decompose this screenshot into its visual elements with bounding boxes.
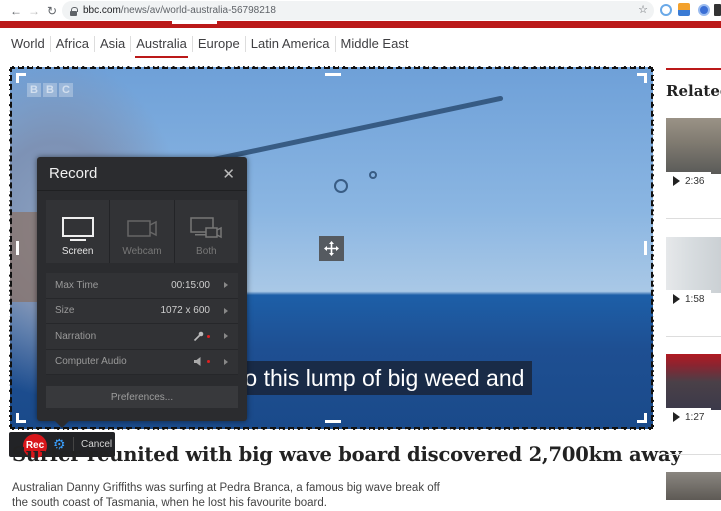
nav-europe[interactable]: Europe bbox=[193, 36, 246, 52]
setting-value: 1072 x 600 bbox=[160, 305, 211, 317]
extension-icon[interactable] bbox=[714, 4, 721, 16]
nav-latin-america[interactable]: Latin America bbox=[246, 36, 336, 52]
setting-size[interactable]: Size 1072 x 600 bbox=[46, 298, 238, 324]
record-panel-header: Record ✕ bbox=[37, 157, 247, 191]
related-divider bbox=[666, 68, 721, 70]
setting-label: Size bbox=[55, 305, 75, 317]
close-icon[interactable]: ✕ bbox=[222, 165, 235, 183]
bookmark-star-icon[interactable]: ☆ bbox=[638, 3, 648, 16]
related-divider bbox=[666, 218, 721, 219]
narration-status bbox=[193, 331, 210, 342]
chevron-right-icon bbox=[224, 333, 228, 340]
duration-text: 1:58 bbox=[685, 293, 705, 305]
related-heading: Related bbox=[666, 82, 721, 100]
forward-button[interactable]: → bbox=[24, 0, 44, 21]
related-duration[interactable]: 1:27 bbox=[666, 408, 711, 426]
duration-text: 2:36 bbox=[685, 175, 705, 187]
nav-middle-east[interactable]: Middle East bbox=[336, 36, 414, 52]
related-duration[interactable]: 2:36 bbox=[666, 172, 711, 190]
mode-both-label: Both bbox=[196, 246, 217, 257]
setting-max-time[interactable]: Max Time 00:15:00 bbox=[46, 273, 238, 299]
article-headline: Surfer reunited with big wave board disc… bbox=[12, 443, 682, 466]
move-arrows-icon bbox=[324, 241, 339, 256]
record-panel-title: Record bbox=[49, 165, 98, 182]
url-text: bbc.com/news/av/world-australia-56798218 bbox=[83, 5, 276, 16]
related-thumbnail[interactable] bbox=[666, 237, 721, 293]
monitor-icon bbox=[61, 217, 94, 241]
browser-toolbar: ← → ↻ bbc.com/news/av/world-australia-56… bbox=[0, 0, 721, 21]
setting-narration[interactable]: Narration bbox=[46, 324, 238, 350]
nav-world[interactable]: World bbox=[6, 36, 51, 52]
arrow-left-icon: ← bbox=[10, 3, 22, 18]
speaker-icon bbox=[194, 357, 201, 367]
microphone-icon bbox=[193, 331, 204, 341]
rss-feed-icon[interactable] bbox=[678, 3, 690, 16]
screen-and-webcam-icon bbox=[190, 217, 223, 239]
watermark-letter: B bbox=[43, 83, 57, 97]
header-notch bbox=[172, 21, 217, 24]
nav-africa[interactable]: Africa bbox=[51, 36, 95, 52]
bbc-header-bar bbox=[0, 21, 721, 28]
back-button[interactable]: ← bbox=[6, 0, 26, 21]
setting-computer-audio[interactable]: Computer Audio bbox=[46, 349, 238, 375]
webcam-icon bbox=[127, 220, 157, 237]
section-nav: World Africa Asia Australia Europe Latin… bbox=[6, 34, 414, 58]
related-thumbnail[interactable] bbox=[666, 118, 721, 174]
related-thumbnail[interactable] bbox=[666, 472, 721, 500]
play-icon bbox=[673, 176, 680, 186]
article-summary: Australian Danny Griffiths was surfing a… bbox=[12, 482, 440, 509]
bbc-watermark: B B C bbox=[27, 83, 73, 97]
chevron-right-icon bbox=[224, 307, 228, 314]
nav-asia[interactable]: Asia bbox=[95, 36, 132, 52]
lock-icon bbox=[70, 6, 78, 16]
arrow-right-icon: → bbox=[28, 3, 40, 18]
mode-both-button[interactable]: Both bbox=[174, 200, 238, 263]
nav-australia[interactable]: Australia bbox=[131, 36, 193, 58]
computer-audio-status bbox=[193, 356, 210, 367]
mode-screen-label: Screen bbox=[61, 246, 94, 257]
watermark-letter: B bbox=[27, 83, 41, 97]
url-host: bbc.com bbox=[83, 5, 121, 16]
duration-text: 1:27 bbox=[685, 411, 705, 423]
url-path: /news/av/world-australia-56798218 bbox=[120, 5, 276, 16]
record-settings: Max Time 00:15:00 Size 1072 x 600 Narrat… bbox=[46, 273, 238, 375]
rod-ring-shape bbox=[369, 171, 377, 179]
record-panel: Record ✕ Screen Webcam Both Max Time 00:… bbox=[37, 157, 247, 428]
setting-label: Narration bbox=[55, 330, 97, 342]
mode-webcam-label: Webcam bbox=[122, 246, 162, 257]
related-divider bbox=[666, 454, 721, 455]
rod-ring-shape bbox=[334, 179, 348, 193]
watermark-letter: C bbox=[59, 83, 73, 97]
reload-icon: ↻ bbox=[46, 3, 58, 18]
address-bar[interactable]: bbc.com/news/av/world-australia-56798218… bbox=[62, 1, 654, 20]
mode-webcam-button[interactable]: Webcam bbox=[110, 200, 174, 263]
play-icon bbox=[673, 412, 680, 422]
related-duration[interactable]: 1:58 bbox=[666, 290, 711, 308]
shield-extension-icon[interactable] bbox=[698, 4, 710, 16]
chevron-right-icon bbox=[224, 358, 228, 365]
video-subtitle: to this lump of big weed and bbox=[232, 361, 533, 395]
related-divider bbox=[666, 336, 721, 337]
chevron-right-icon bbox=[224, 282, 228, 289]
mode-screen-button[interactable]: Screen bbox=[46, 200, 110, 263]
reload-button[interactable]: ↻ bbox=[42, 0, 62, 21]
setting-value: 00:15:00 bbox=[171, 279, 210, 291]
setting-label: Computer Audio bbox=[55, 356, 127, 368]
setting-label: Max Time bbox=[55, 279, 99, 291]
play-icon bbox=[673, 294, 680, 304]
disabled-dot-icon bbox=[207, 334, 210, 338]
record-mode-selector: Screen Webcam Both bbox=[46, 200, 238, 263]
disabled-dot-icon bbox=[207, 360, 210, 364]
move-handle[interactable] bbox=[319, 236, 344, 261]
related-thumbnail[interactable] bbox=[666, 354, 721, 410]
circle-extension-icon[interactable] bbox=[660, 4, 672, 16]
preferences-button[interactable]: Preferences... bbox=[46, 386, 238, 408]
